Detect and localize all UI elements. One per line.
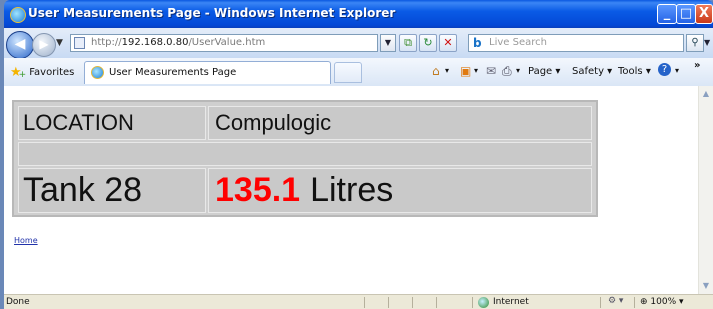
compatibility-icon: ⧉ <box>404 36 412 49</box>
safety-menu-label: Safety <box>572 66 604 77</box>
search-options-dropdown[interactable]: ▼ <box>704 34 713 52</box>
status-divider <box>634 297 635 308</box>
ie-page-icon <box>91 66 104 79</box>
recent-pages-dropdown[interactable]: ▼ <box>56 38 63 48</box>
home-icon[interactable]: ⌂ <box>432 64 440 78</box>
status-divider <box>364 297 365 308</box>
browser-window: User Measurements Page - Windows Interne… <box>4 0 713 309</box>
page-content: LOCATION Compulogic Tank 28 135.1 Litres… <box>4 86 698 294</box>
stop-icon: ✕ <box>443 36 453 49</box>
scroll-down-icon[interactable]: ▼ <box>699 278 713 294</box>
status-divider <box>388 297 389 308</box>
tab-title: User Measurements Page <box>109 67 237 78</box>
tank-name-cell: Tank 28 <box>18 168 206 213</box>
feeds-dropdown[interactable]: ▾ <box>474 66 478 75</box>
location-value-cell: Compulogic <box>208 106 592 140</box>
page-menu-label: Page <box>528 66 553 77</box>
measurement-value-cell: 135.1 Litres <box>208 168 592 213</box>
url-host: 192.168.0.80 <box>121 37 189 48</box>
stop-button[interactable]: ✕ <box>439 34 457 52</box>
minimize-button[interactable]: _ <box>657 4 677 24</box>
chevron-down-icon: ▼ <box>704 38 711 47</box>
close-button[interactable]: X <box>695 4 713 24</box>
address-dropdown-button[interactable]: ▼ <box>380 34 396 52</box>
status-divider <box>600 297 601 308</box>
url-prefix: http:// <box>91 37 122 48</box>
measurements-table: LOCATION Compulogic Tank 28 135.1 Litres <box>12 100 598 217</box>
address-url: http://192.168.0.80/UserValue.htm <box>91 37 265 48</box>
internet-zone-icon <box>478 297 489 308</box>
tab-user-measurements[interactable]: User Measurements Page <box>84 61 331 84</box>
help-dropdown[interactable]: ▾ <box>675 66 679 75</box>
zoom-level[interactable]: ⊕ 100% ▾ <box>640 297 684 307</box>
more-commands-chevron-icon[interactable]: » <box>694 60 700 71</box>
feeds-icon[interactable]: ▣ <box>460 64 471 78</box>
tools-menu-label: Tools <box>618 66 643 77</box>
live-search-logo-icon: b <box>473 36 482 50</box>
forward-arrow-icon: ▶ <box>39 37 49 51</box>
status-text: Done <box>6 297 30 307</box>
tank-name: Tank 28 <box>23 171 143 209</box>
location-value: Compulogic <box>215 110 332 135</box>
back-button[interactable]: ◀ <box>6 31 34 59</box>
new-tab-button[interactable] <box>334 62 362 83</box>
print-icon[interactable]: ⎙ <box>502 64 512 79</box>
search-icon: ⚲ <box>691 37 699 48</box>
zoom-value: 100% <box>650 297 677 307</box>
vertical-scrollbar[interactable]: ▲ ▼ <box>698 86 713 294</box>
security-zone: Internet <box>493 297 529 307</box>
page-icon <box>74 37 85 49</box>
tools-menu[interactable]: Tools ▾ <box>618 66 651 77</box>
add-favorite-icon: + <box>18 70 27 80</box>
url-path: /UserValue.htm <box>188 37 266 48</box>
page-menu[interactable]: Page ▾ <box>528 66 560 77</box>
refresh-icon: ↻ <box>423 36 433 49</box>
maximize-button[interactable]: □ <box>676 4 696 24</box>
search-input[interactable]: b Live Search <box>468 34 684 52</box>
help-icon[interactable]: ? <box>658 63 671 76</box>
home-dropdown[interactable]: ▾ <box>445 66 449 75</box>
forward-button[interactable]: ▶ <box>32 33 56 57</box>
favorites-button[interactable]: ★ + Favorites <box>6 63 78 81</box>
mail-icon[interactable]: ✉ <box>486 64 496 78</box>
search-button[interactable]: ⚲ <box>686 34 704 52</box>
spacer-row <box>18 142 592 166</box>
ie-logo-icon <box>10 7 26 23</box>
title-bar[interactable]: User Measurements Page - Windows Interne… <box>4 0 713 28</box>
status-divider <box>436 297 437 308</box>
location-label-cell: LOCATION <box>18 106 206 140</box>
home-link[interactable]: Home <box>14 236 38 245</box>
status-divider <box>472 297 473 308</box>
compatibility-view-button[interactable]: ⧉ <box>399 34 417 52</box>
address-input[interactable]: http://192.168.0.80/UserValue.htm <box>70 34 378 52</box>
chevron-down-icon: ▼ <box>56 38 63 48</box>
back-arrow-icon: ◀ <box>14 36 26 52</box>
window-title: User Measurements Page - Windows Interne… <box>28 6 396 20</box>
scroll-up-icon[interactable]: ▲ <box>699 86 713 102</box>
status-divider <box>412 297 413 308</box>
favorites-label: Favorites <box>29 66 75 78</box>
status-bar: Done Internet ⚙ ▾ ⊕ 100% ▾ <box>4 294 713 309</box>
measurement-unit: Litres <box>310 171 394 209</box>
print-dropdown[interactable]: ▾ <box>516 66 520 75</box>
protected-mode-icon[interactable]: ⚙ ▾ <box>608 296 623 306</box>
location-label: LOCATION <box>23 110 134 135</box>
refresh-button[interactable]: ↻ <box>419 34 437 52</box>
measurement-value: 135.1 <box>215 171 301 209</box>
safety-menu[interactable]: Safety ▾ <box>572 66 612 77</box>
search-placeholder: Live Search <box>489 37 547 48</box>
zoom-icon: ⊕ <box>640 297 648 307</box>
chevron-down-icon: ▼ <box>384 38 392 47</box>
